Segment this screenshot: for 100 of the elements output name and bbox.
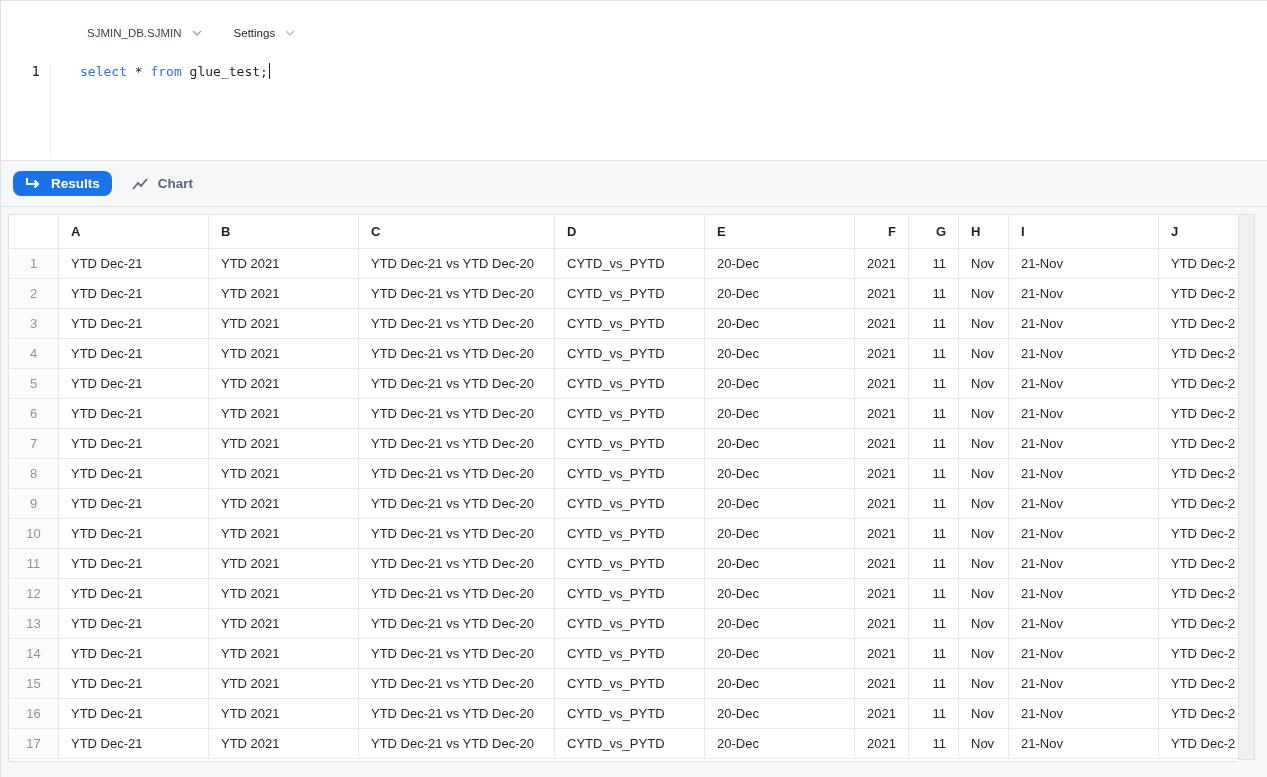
table-cell: 11 [909,279,959,308]
table-cell: YTD 2021 [209,309,359,338]
table-cell: CYTD_vs_PYTD [555,579,705,608]
chart-tab[interactable]: Chart [119,171,206,196]
table-cell: YTD Dec-21 [59,639,209,668]
table-cell: YTD Dec-21 [59,249,209,278]
table-cell: YTD Dec-21 vs YTD Dec-20 [359,729,555,758]
table-cell: CYTD_vs_PYTD [555,459,705,488]
table-cell: Nov [959,369,1009,398]
table-cell: 11 [909,249,959,278]
table-cell: Nov [959,339,1009,368]
table-cell: Nov [959,489,1009,518]
column-header[interactable]: D [555,215,705,248]
table-cell: YTD 2021 [209,279,359,308]
settings-menu[interactable]: Settings [233,23,296,43]
row-number: 3 [9,309,59,338]
results-tab[interactable]: Results [13,171,112,196]
table-cell: CYTD_vs_PYTD [555,669,705,698]
column-header[interactable]: E [705,215,855,248]
table-cell: 20-Dec [705,309,855,338]
table-cell: CYTD_vs_PYTD [555,429,705,458]
line-chart-icon [131,177,148,190]
table-cell: 11 [909,579,959,608]
table-cell: 11 [909,729,959,758]
chevron-down-icon [191,30,202,36]
table-cell: 2021 [855,339,909,368]
table-cell: 20-Dec [705,519,855,548]
table-cell: YTD Dec-21 vs YTD Dec-20 [359,669,555,698]
table-cell: 21-Nov [1009,309,1159,338]
table-cell: YTD Dec-21 vs YTD Dec-20 [359,639,555,668]
table-cell: YTD 2021 [209,669,359,698]
table-cell: YTD Dec-21 vs YTD Dec-20 [359,489,555,518]
table-cell: 21-Nov [1009,339,1159,368]
table-cell: CYTD_vs_PYTD [555,519,705,548]
table-cell: 2021 [855,609,909,638]
table-cell: CYTD_vs_PYTD [555,489,705,518]
column-header[interactable]: C [359,215,555,248]
table-cell: Nov [959,609,1009,638]
table-cell: Nov [959,309,1009,338]
table-cell: Nov [959,579,1009,608]
table-cell: 21-Nov [1009,429,1159,458]
table-cell: YTD 2021 [209,729,359,758]
table-cell: 2021 [855,519,909,548]
table-cell: 11 [909,369,959,398]
table-cell: YTD Dec-21 vs YTD Dec-20 [359,609,555,638]
table-cell: YTD Dec-21 [59,399,209,428]
table-cell: YTD Dec-21 vs YTD Dec-20 [359,519,555,548]
column-header[interactable]: B [209,215,359,248]
table-cell: 20-Dec [705,729,855,758]
table-cell: 21-Nov [1009,519,1159,548]
scrollbar-track[interactable] [1238,214,1255,760]
return-arrow-icon [25,176,41,191]
table-cell: CYTD_vs_PYTD [555,549,705,578]
row-number: 6 [9,399,59,428]
table-cell: 2021 [855,369,909,398]
table-cell: Nov [959,519,1009,548]
table-cell: 20-Dec [705,339,855,368]
table-cell: CYTD_vs_PYTD [555,249,705,278]
table-cell: 11 [909,459,959,488]
sql-code-line[interactable]: select * from glue_test; [80,63,268,79]
table-cell: YTD 2021 [209,639,359,668]
row-number: 16 [9,699,59,728]
table-cell: YTD Dec-21 vs YTD Dec-20 [359,459,555,488]
table-cell: 11 [909,549,959,578]
table-cell: 21-Nov [1009,279,1159,308]
row-number: 11 [9,549,59,578]
row-number: 2 [9,279,59,308]
table-cell: 11 [909,699,959,728]
column-header[interactable]: A [59,215,209,248]
column-header[interactable]: G [909,215,959,248]
table-cell: 21-Nov [1009,249,1159,278]
table-cell: YTD Dec-21 [59,339,209,368]
table-cell: YTD Dec-21 vs YTD Dec-20 [359,579,555,608]
table-cell: YTD Dec-21 vs YTD Dec-20 [359,699,555,728]
database-selector[interactable]: SJMIN_DB.SJMIN [87,23,202,43]
row-number: 13 [9,609,59,638]
table-cell: 2021 [855,429,909,458]
table-cell: CYTD_vs_PYTD [555,609,705,638]
column-header[interactable]: H [959,215,1009,248]
column-header[interactable]: F [855,215,909,248]
table-cell: 20-Dec [705,399,855,428]
table-cell: Nov [959,249,1009,278]
table-cell: YTD Dec-21 [59,519,209,548]
table-cell: 20-Dec [705,249,855,278]
table-cell: YTD Dec-21 vs YTD Dec-20 [359,339,555,368]
table-cell: 21-Nov [1009,609,1159,638]
table-cell: Nov [959,279,1009,308]
table-cell: 21-Nov [1009,459,1159,488]
table-cell: 2021 [855,399,909,428]
text-cursor [268,63,270,79]
table-cell: 2021 [855,549,909,578]
table-cell: YTD 2021 [209,519,359,548]
table-cell: Nov [959,399,1009,428]
table-cell: 20-Dec [705,579,855,608]
column-header[interactable]: I [1009,215,1159,248]
table-cell: YTD Dec-21 vs YTD Dec-20 [359,429,555,458]
table-cell: YTD Dec-21 [59,609,209,638]
table-cell: Nov [959,729,1009,758]
line-number: 1 [30,63,41,79]
table-cell: YTD 2021 [209,489,359,518]
